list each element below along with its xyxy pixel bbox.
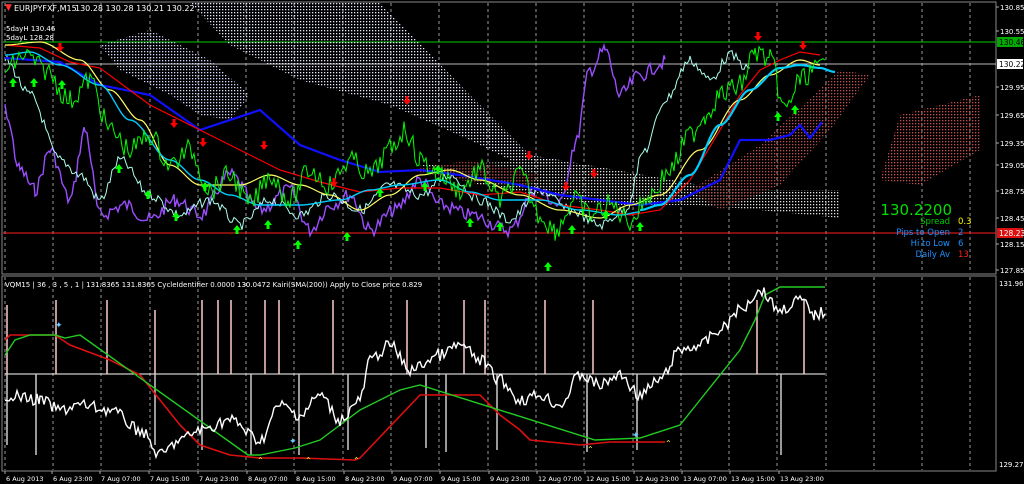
time-label: 7 Aug 07:00 (101, 475, 141, 483)
indicator-bottom-label: 129.27 (999, 461, 1024, 469)
svg-text:130.46: 130.46 (999, 38, 1024, 47)
info-label: Spread (920, 217, 950, 227)
axis-label: 129.95 (1000, 84, 1024, 92)
indicator-title: VQM15 | 36 , 3 , 5 , 1 | 131.8365 131.83… (5, 281, 422, 289)
time-label: 7 Aug 15:00 (150, 475, 190, 483)
low-price-tag: 128.23 (997, 228, 1024, 238)
down-arrow-icon (199, 138, 207, 147)
up-arrow-icon (636, 222, 644, 231)
up-arrow-icon (466, 218, 474, 227)
time-label: 9 Aug 23:00 (490, 475, 530, 483)
axis-label: 130.85 (1000, 4, 1024, 12)
time-label: 12 Aug 07:00 (538, 475, 582, 483)
info-label: Hi to Low (911, 239, 950, 249)
axis-label: 129.35 (1000, 140, 1024, 148)
up-arrow-icon (30, 78, 38, 87)
symbol-title: EURJPYFXF,M15 (14, 4, 77, 13)
info-value: 6 (958, 239, 963, 249)
svg-text:128.23: 128.23 (999, 229, 1024, 238)
time-label: 9 Aug 15:00 (441, 475, 481, 483)
up-arrow-icon (144, 190, 152, 199)
up-arrow-icon (294, 240, 302, 249)
time-label: 13 Aug 15:00 (731, 475, 775, 483)
down-arrow-icon (754, 32, 762, 41)
chart-window[interactable]: ✦ ✦ ✦ ⌃ ⌃ ⌃ ⌃ ⌃ 130.85 130.55 129.95 129.65 129.35 1… (0, 0, 1024, 484)
time-label: 9 Aug 07:00 (393, 475, 433, 483)
time-label: 13 Aug 23:00 (780, 475, 824, 483)
up-arrow-icon (544, 262, 552, 271)
down-arrow-icon (260, 141, 268, 150)
up-arrow-icon (9, 78, 17, 87)
sub-red-line (4, 334, 665, 461)
chevron-up-icon: ⌃ (257, 456, 264, 465)
up-arrow-icon (774, 112, 782, 121)
axis-label: 128.75 (1000, 188, 1024, 196)
cloud-band (100, 30, 250, 120)
axis-label: 128.45 (1000, 215, 1024, 223)
chart-canvas[interactable]: ✦ ✦ ✦ ⌃ ⌃ ⌃ ⌃ ⌃ 130.85 130.55 129.95 129.65 129.35 1… (0, 0, 1024, 484)
cloud-band (190, 3, 560, 170)
chevron-up-icon: ⌃ (305, 456, 312, 465)
chevron-up-icon: ⌃ (353, 456, 360, 465)
time-label: 8 Aug 23:00 (345, 475, 385, 483)
star-icon: ✦ (55, 321, 63, 331)
up-arrow-icon (264, 220, 272, 229)
down-arrow-icon (170, 119, 178, 128)
time-label: 6 Aug 23:00 (53, 475, 93, 483)
axis-label: 129.05 (1000, 162, 1024, 170)
star-icon: ✦ (632, 431, 640, 441)
star-icon: ✦ (289, 437, 297, 447)
time-label: 8 Aug 15:00 (296, 475, 336, 483)
sub-white-line (4, 287, 826, 460)
axis-label: 128.15 (1000, 241, 1024, 249)
time-label: 8 Aug 07:00 (248, 475, 288, 483)
down-arrow-icon: ▼ (5, 3, 12, 13)
time-label: 13 Aug 07:00 (683, 475, 727, 483)
axis-label: 129.65 (1000, 112, 1024, 120)
axis-label: 130.55 (1000, 28, 1024, 36)
down-arrow-icon (56, 43, 64, 52)
info-panel: Spread 0.3 Pips to Open 2 Hi to Low 6 Daily Av… (896, 217, 971, 260)
svg-text:130.22: 130.22 (999, 60, 1024, 69)
five-day-high: 5dayH 130.46 (6, 25, 56, 33)
time-label: 12 Aug 15:00 (586, 475, 630, 483)
time-label: 7 Aug 23:00 (199, 475, 239, 483)
symbol-ohlc: 130.28 130.28 130.21 130.22 (75, 4, 195, 13)
current-price-tag: 130.22 (997, 59, 1024, 69)
info-value: 2 (958, 228, 963, 238)
info-label: Pips to Open (896, 228, 950, 238)
time-label: 12 Aug 23:00 (635, 475, 679, 483)
high-price-tag: 130.46 (997, 37, 1024, 47)
five-day-low: 5dayL 128.28 (6, 34, 54, 42)
info-value: 0.3 (958, 217, 972, 227)
cloud-band (880, 95, 980, 185)
time-label: 6 Aug 2013 (6, 475, 44, 483)
info-label: Daily Av (915, 250, 950, 260)
time-axis: 6 Aug 2013 6 Aug 23:00 7 Aug 07:00 7 Aug 15… (4, 471, 824, 483)
chevron-up-icon: ⌃ (665, 439, 672, 448)
indicator-top-label: 131.960 (999, 280, 1024, 288)
sub-indicator: ✦ ✦ ✦ ⌃ ⌃ ⌃ ⌃ ⌃ (4, 286, 826, 465)
info-value: 13 (958, 250, 969, 260)
ichimoku-cloud (100, 3, 980, 218)
axis-label: 127.85 (1000, 267, 1024, 275)
chevron-up-icon: ⌃ (587, 445, 594, 454)
